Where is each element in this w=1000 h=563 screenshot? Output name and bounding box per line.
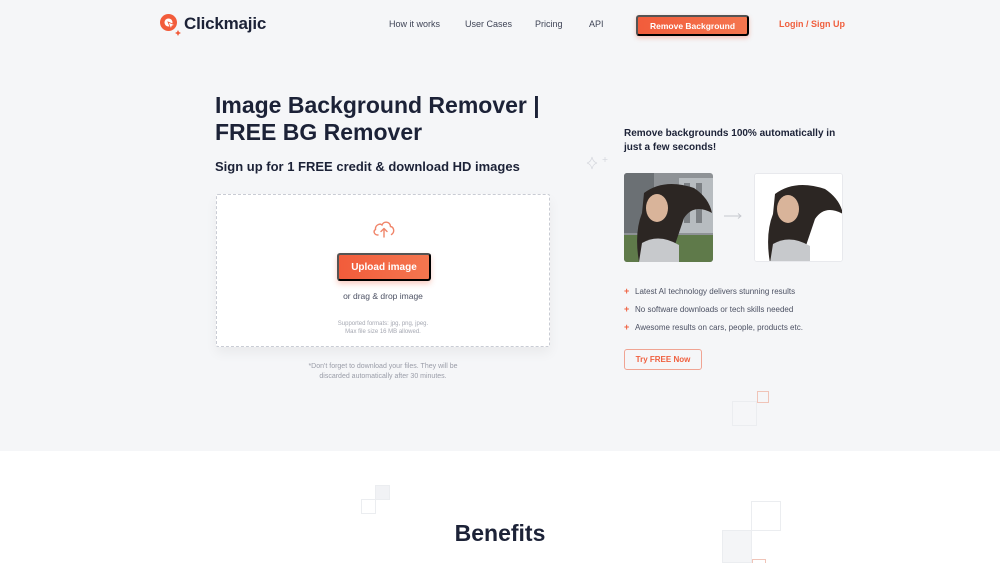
logo-icon xyxy=(160,14,181,36)
try-free-now-button[interactable]: Try FREE Now xyxy=(624,349,702,370)
hero-subtitle: Sign up for 1 FREE credit & download HD … xyxy=(215,159,520,174)
plus-icon: + xyxy=(624,322,630,332)
before-image xyxy=(624,173,713,262)
arrow-right-icon xyxy=(724,213,742,219)
note-line-2: discarded automatically after 30 minutes… xyxy=(319,373,447,380)
before-photo-illustration xyxy=(624,173,713,262)
showcase-title: Remove backgrounds 100% automatically in… xyxy=(624,128,836,153)
decorative-square xyxy=(361,499,376,514)
feature-list: + Latest AI technology delivers stunning … xyxy=(624,282,803,336)
decorative-square xyxy=(757,391,769,403)
page-title: Image Background Remover | FREE BG Remov… xyxy=(215,92,575,146)
feature-item: + Awesome results on cars, people, produc… xyxy=(624,318,803,336)
formats-line-2: Max file size 16 MB allowed. xyxy=(345,329,421,335)
upload-image-button[interactable]: Upload image xyxy=(337,253,431,281)
decorative-square xyxy=(375,485,390,500)
after-image xyxy=(754,173,843,262)
logo[interactable]: Clickmajic xyxy=(158,12,266,36)
feature-text: No software downloads or tech skills nee… xyxy=(635,304,794,314)
title-line-2: FREE BG Remover xyxy=(215,119,423,145)
nav-link-user-cases[interactable]: User Cases xyxy=(465,19,512,29)
decorative-square xyxy=(752,559,766,563)
drag-drop-text: or drag & drop image xyxy=(343,291,423,301)
after-photo-illustration xyxy=(755,174,842,261)
cloud-upload-icon xyxy=(373,221,395,238)
decorative-square xyxy=(732,401,757,426)
feature-text: Latest AI technology delivers stunning r… xyxy=(635,286,796,296)
plus-icon: + xyxy=(624,304,630,314)
logo-text: Clickmajic xyxy=(184,14,267,33)
supported-formats-text: Supported formats: jpg, png, jpeg. Max f… xyxy=(217,320,549,336)
download-reminder-note: *Don't forget to download your files. Th… xyxy=(283,362,483,382)
feature-item: + Latest AI technology delivers stunning … xyxy=(624,282,803,300)
benefits-heading: Benefits xyxy=(454,520,546,546)
nav-link-api[interactable]: API xyxy=(589,19,604,29)
formats-line-1: Supported formats: jpg, png, jpeg. xyxy=(337,321,429,327)
title-line-1: Image Background Remover | xyxy=(215,92,540,118)
sparkle-decoration-icon xyxy=(586,156,608,170)
plus-icon: + xyxy=(624,286,630,296)
remove-background-button[interactable]: Remove Background xyxy=(636,15,749,36)
feature-item: + No software downloads or tech skills ne… xyxy=(624,300,803,318)
note-line-1: *Don't forget to download your files. Th… xyxy=(308,363,458,370)
upload-dropzone[interactable]: Upload image or drag & drop image Suppor… xyxy=(216,194,550,347)
top-nav: Clickmajic How it works User Cases Prici… xyxy=(0,0,1000,50)
feature-text: Awesome results on cars, people, product… xyxy=(635,322,803,332)
login-signup-link[interactable]: Login / Sign Up xyxy=(779,19,845,29)
nav-link-how-it-works[interactable]: How it works xyxy=(389,19,440,29)
nav-link-pricing[interactable]: Pricing xyxy=(535,19,563,29)
